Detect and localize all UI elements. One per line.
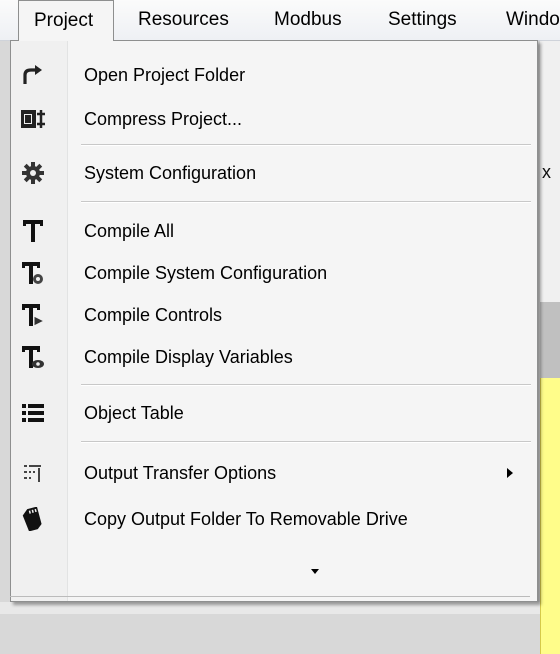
- menu-window[interactable]: Windo: [506, 0, 560, 40]
- menu-item-label: Output Transfer Options: [84, 463, 277, 483]
- menu-item-output-transfer-options[interactable]: Output Transfer Options: [11, 455, 537, 491]
- menu-resources[interactable]: Resources: [138, 0, 229, 40]
- compile-display-icon: [19, 343, 47, 371]
- compile-icon: [19, 217, 47, 245]
- menu-item-compile-all[interactable]: Compile All: [11, 213, 537, 249]
- menu-item-system-configuration[interactable]: System Configuration: [11, 155, 537, 191]
- menu-item-label: Compile All: [84, 221, 175, 241]
- menu-item-compile-system-configuration[interactable]: Compile System Configuration: [11, 255, 537, 291]
- menu-item-compile-controls[interactable]: Compile Controls: [11, 297, 537, 333]
- menu-separator: [81, 384, 531, 386]
- menu-settings[interactable]: Settings: [388, 0, 457, 40]
- menu-item-label: Compress Project...: [84, 109, 243, 129]
- submenu-arrow-icon: [507, 468, 513, 478]
- menu-item-label: Compile System Configuration: [84, 263, 328, 283]
- gear-icon: [19, 159, 47, 187]
- menu-item-compile-display-variables[interactable]: Compile Display Variables: [11, 339, 537, 375]
- menu-item-open-project-folder[interactable]: Open Project Folder: [11, 57, 537, 93]
- compile-system-icon: [19, 259, 47, 287]
- compile-controls-icon: [19, 301, 47, 329]
- sd-card-icon: [19, 505, 47, 533]
- menu-bar: Project Resources Modbus Settings Windo: [0, 0, 560, 41]
- redo-arrow-icon: [19, 61, 47, 89]
- transfer-options-icon: [19, 459, 47, 487]
- menu-project[interactable]: Project: [18, 0, 114, 41]
- menu-item-object-table[interactable]: Object Table: [11, 395, 537, 431]
- background-text: x: [542, 162, 551, 182]
- menu-separator: [81, 441, 531, 443]
- background-bottom-strip: [0, 602, 540, 614]
- menu-item-label: Object Table: [84, 403, 184, 423]
- menu-separator: [81, 144, 531, 146]
- menu-modbus[interactable]: Modbus: [274, 0, 342, 40]
- list-icon: [19, 399, 47, 427]
- compress-icon: [19, 105, 47, 133]
- menu-item-label: Open Project Folder: [84, 65, 246, 85]
- background-panel: [540, 302, 560, 378]
- menu-item-copy-output-folder[interactable]: Copy Output Folder To Removable Drive: [11, 501, 537, 537]
- background-yellow-panel: [540, 378, 560, 654]
- menu-item-label: Compile Controls: [84, 305, 223, 325]
- menu-item-label: Copy Output Folder To Removable Drive: [84, 509, 408, 529]
- menu-item-compress-project[interactable]: Compress Project...: [11, 101, 537, 137]
- chevron-down-icon[interactable]: [311, 569, 319, 574]
- menu-item-label: Compile Display Variables: [84, 347, 293, 367]
- bottom-divider: [10, 596, 530, 597]
- background-window: [540, 40, 560, 654]
- drive-select-combo[interactable]: [81, 547, 337, 593]
- menu-item-label: System Configuration: [84, 163, 257, 183]
- project-menu-dropdown: Open Project Folder Compress Project...: [10, 40, 538, 602]
- menu-separator: [81, 201, 531, 203]
